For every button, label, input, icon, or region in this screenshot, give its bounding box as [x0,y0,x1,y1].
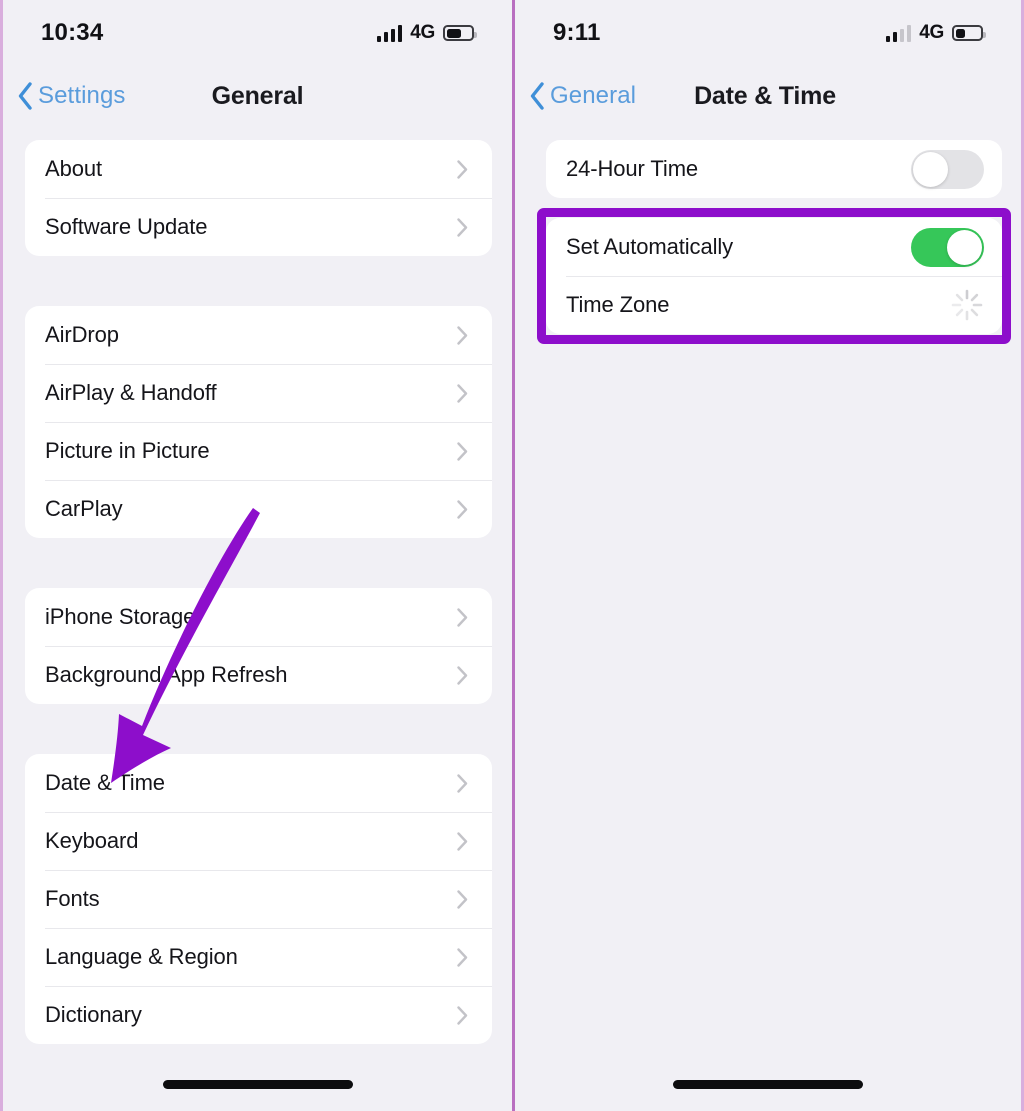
list-item-label: Keyboard [45,828,139,853]
list-item-iphone-storage[interactable]: iPhone Storage [25,588,492,646]
settings-group-2: Set Automatically Time Zone [546,218,1002,334]
toggle-knob [913,151,948,187]
list-item-24-hour-time[interactable]: 24-Hour Time [546,140,1002,198]
activity-spinner-icon [951,289,983,321]
list-item-label: Language & Region [45,944,238,969]
page-title: General [211,81,304,110]
status-indicators: 4G [885,18,986,44]
chevron-right-icon [457,325,468,345]
list-item-label: 24-Hour Time [566,156,699,181]
navigation-bar: Settings General [3,62,512,130]
list-item-airplay-handoff[interactable]: AirPlay & Handoff [25,364,492,422]
list-item-label: iPhone Storage [45,604,196,629]
highlighted-group-wrapper: Set Automatically Time Zone [515,208,1021,344]
toggle-knob [947,229,982,265]
dual-screenshot-composite: 10:34 4G Settings General About Software… [0,0,1024,1111]
cellular-signal-icon [376,24,403,42]
chevron-right-icon [457,773,468,793]
list-item-label: About [45,156,102,181]
status-bar: 9:11 4G [515,0,1021,62]
list-item-label: Dictionary [45,1002,142,1027]
list-item-label: Fonts [45,886,100,911]
cellular-signal-icon [885,24,912,42]
battery-icon [952,25,986,41]
chevron-right-icon [457,441,468,461]
chevron-right-icon [457,159,468,179]
list-item-label: Picture in Picture [45,438,210,463]
list-item-label: CarPlay [45,496,123,521]
list-item-software-update[interactable]: Software Update [25,198,492,256]
list-item-language-region[interactable]: Language & Region [25,928,492,986]
settings-group-2: AirDrop AirPlay & Handoff Picture in Pic… [25,306,492,538]
list-item-label: Date & Time [45,770,165,795]
list-item-carplay[interactable]: CarPlay [25,480,492,538]
list-item-label: Set Automatically [566,234,734,259]
list-item-time-zone[interactable]: Time Zone [546,276,1002,334]
status-clock: 10:34 [41,19,104,46]
network-type-label: 4G [919,22,944,43]
list-item-background-app-refresh[interactable]: Background App Refresh [25,646,492,704]
navigation-bar: General Date & Time [515,62,1021,130]
chevron-right-icon [457,889,468,909]
home-indicator [673,1080,863,1089]
status-bar: 10:34 4G [3,0,512,62]
home-indicator [162,1080,353,1089]
list-item-about[interactable]: About [25,140,492,198]
settings-group-1: 24-Hour Time [546,140,1002,198]
list-item-label: Time Zone [566,292,670,317]
list-item-keyboard[interactable]: Keyboard [25,812,492,870]
toggle-set-automatically[interactable] [911,227,984,267]
list-item-date-time[interactable]: Date & Time [25,754,492,812]
settings-list: 24-Hour Time Set Automatically Time Zone [515,130,1021,344]
status-clock: 9:11 [553,19,601,46]
page-title: Date & Time [694,81,836,110]
list-item-set-automatically[interactable]: Set Automatically [546,218,1002,276]
chevron-right-icon [457,1005,468,1025]
network-type-label: 4G [410,22,435,43]
list-item-dictionary[interactable]: Dictionary [25,986,492,1044]
list-item-fonts[interactable]: Fonts [25,870,492,928]
battery-icon [443,25,477,41]
phone-screen-general: 10:34 4G Settings General About Software… [0,0,512,1111]
settings-group-4: Date & Time Keyboard Fonts Language & Re… [25,754,492,1044]
phone-screen-date-time: 9:11 4G General Date & Time 24-Hour Time… [512,0,1024,1111]
list-item-airdrop[interactable]: AirDrop [25,306,492,364]
toggle-24-hour-time[interactable] [911,149,984,189]
status-indicators: 4G [376,18,477,44]
chevron-right-icon [457,217,468,237]
list-item-label: AirPlay & Handoff [45,380,217,405]
settings-group-1: About Software Update [25,140,492,256]
settings-list: About Software Update AirDrop AirPlay & … [3,130,512,1044]
chevron-right-icon [457,607,468,627]
chevron-right-icon [457,947,468,967]
chevron-right-icon [457,831,468,851]
list-item-label: AirDrop [45,322,119,347]
settings-group-3: iPhone Storage Background App Refresh [25,588,492,704]
list-item-label: Background App Refresh [45,662,288,687]
chevron-right-icon [457,665,468,685]
chevron-right-icon [457,383,468,403]
list-item-picture-in-picture[interactable]: Picture in Picture [25,422,492,480]
list-item-label: Software Update [45,214,208,239]
chevron-right-icon [457,499,468,519]
